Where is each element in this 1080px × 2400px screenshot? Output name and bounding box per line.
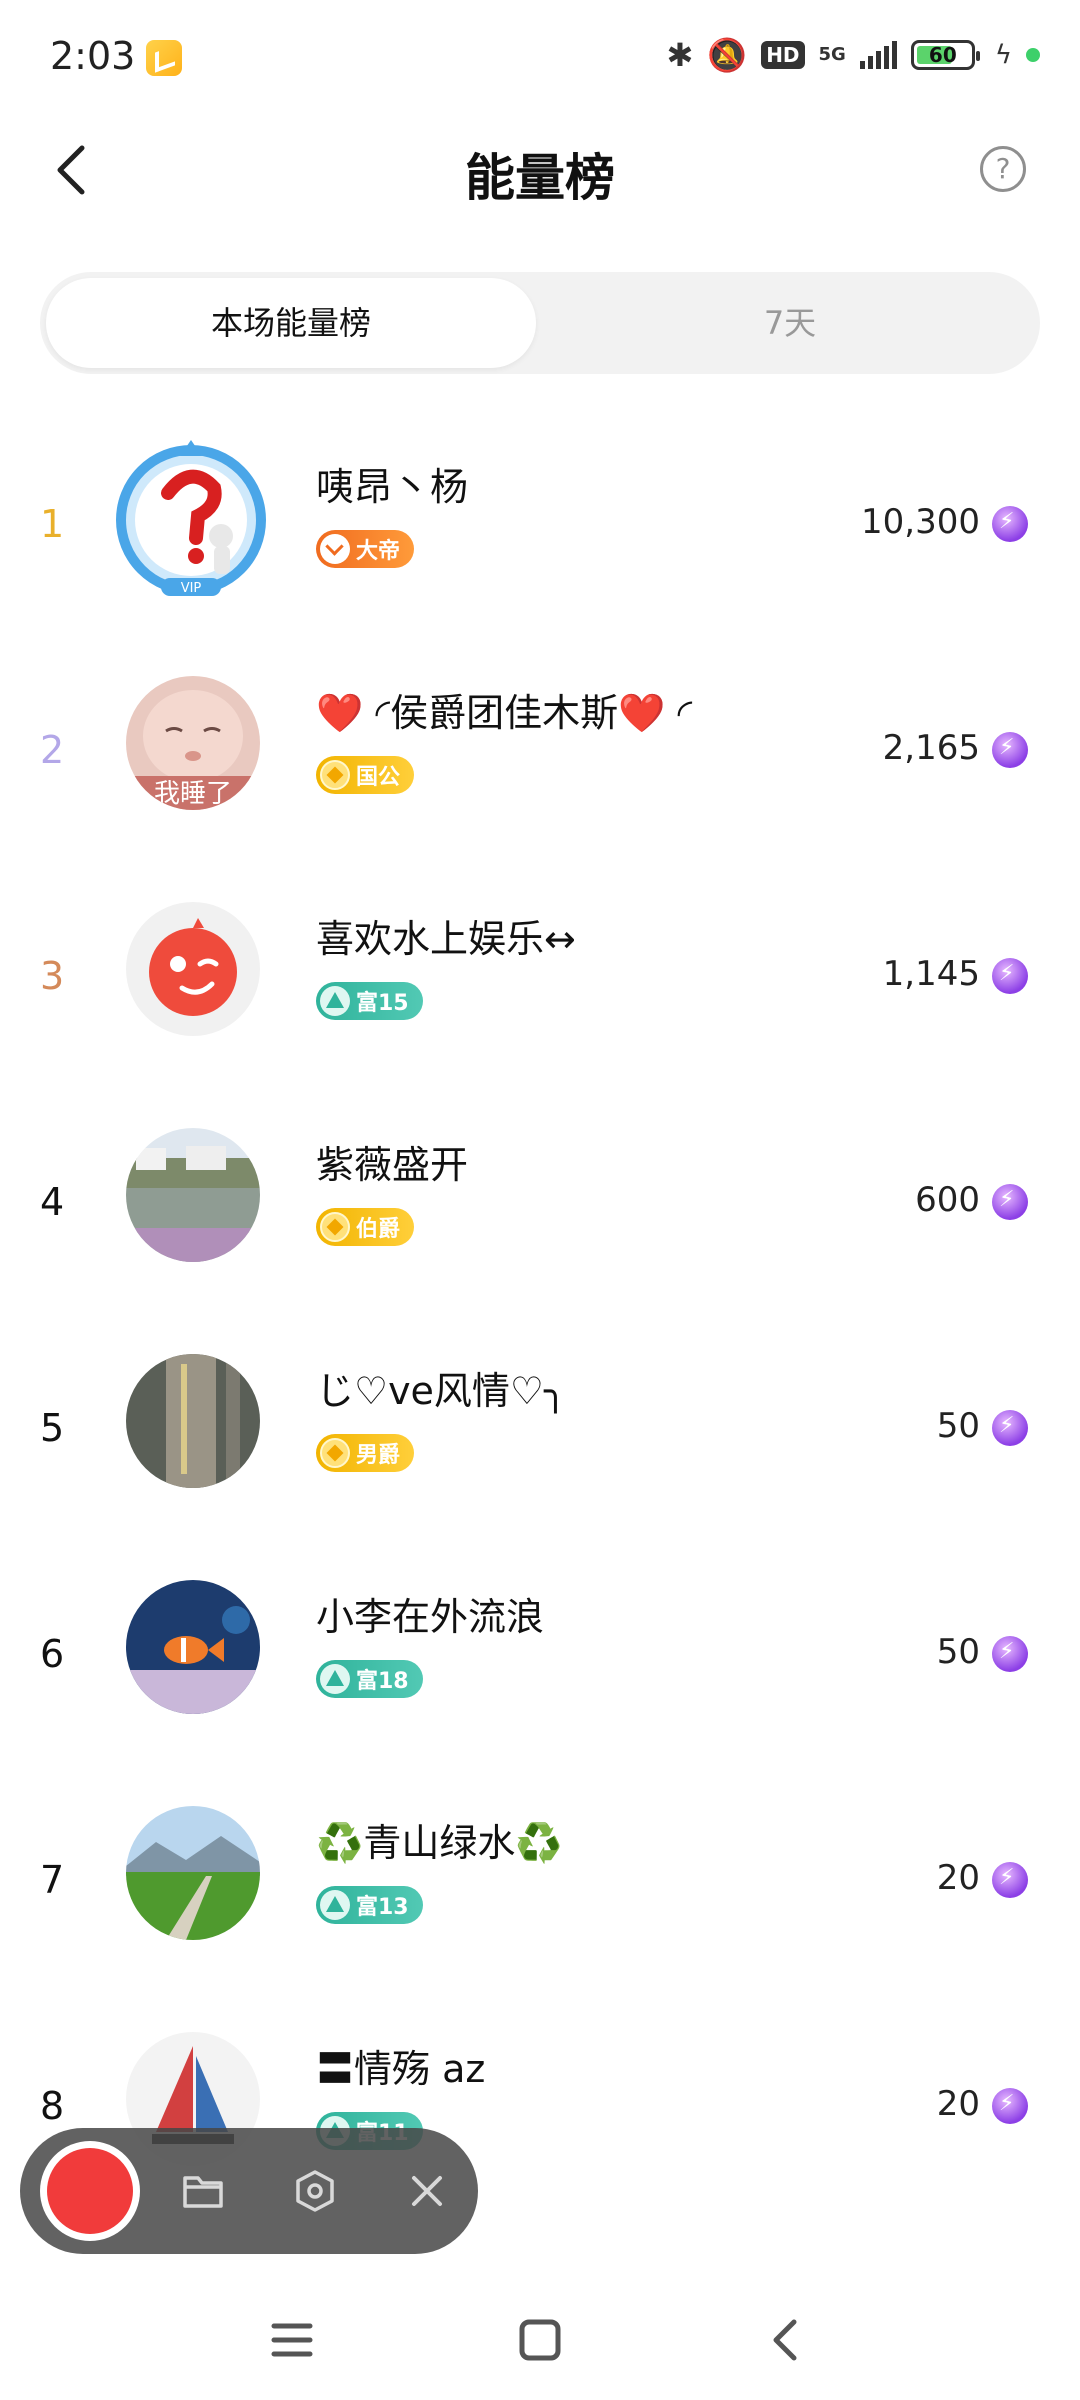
mute-bell-icon: 🔕 [707,36,748,74]
list-item[interactable]: 5 じ♡ve风情♡╮ 男爵 50 [0,1354,1080,1580]
energy-score: 10,300 [861,502,980,542]
bluetooth-icon: ✱ [666,36,694,74]
wealth-badge-icon [320,1890,350,1920]
status-bar: 2:03 ✱ 🔕 HD 5G 60 ϟ [0,0,1080,120]
charging-icon: ϟ [994,40,1012,70]
sleeping-baby-avatar: 我睡了 [126,676,260,810]
svg-text:VIP: VIP [181,581,202,596]
rank-number: 7 [40,1858,65,1902]
level-badge: 国公 [316,756,415,794]
status-time: 2:03 [50,34,136,78]
village-lake-avatar [126,1128,260,1262]
user-name: 喜欢水上娱乐↔ [316,917,576,961]
rank-number: 6 [40,1632,65,1676]
energy-icon [992,2088,1028,2124]
help-icon[interactable]: ? [980,146,1026,192]
energy-icon [992,506,1028,542]
badge-label: 男爵 [356,1443,401,1468]
energy-icon [992,1636,1028,1672]
level-badge: 伯爵 [316,1208,415,1246]
folder-icon[interactable] [180,2168,226,2214]
energy-icon [992,958,1028,994]
privacy-dot-icon [1026,48,1040,62]
level-badge: 男爵 [316,1434,415,1472]
wink-face-avatar [126,902,260,1036]
svg-text:我睡了: 我睡了 [154,779,232,809]
tree-trunk-avatar [126,1354,260,1488]
green-field-avatar [126,1806,260,1940]
noble-badge-icon [320,760,350,790]
close-icon[interactable] [404,2168,450,2214]
user-name: ♻️青山绿水♻️ [316,1821,563,1865]
energy-score: 600 [915,1180,980,1220]
badge-label: 国公 [356,765,401,790]
energy-score: 20 [936,2084,980,2124]
user-name: じ♡ve风情♡╮ [316,1369,567,1413]
list-item[interactable]: 1 VIP 咦昂丶杨 大帝 10,300 [0,440,1080,676]
tab-current-session[interactable]: 本场能量榜 [46,278,536,368]
energy-icon [992,1184,1028,1220]
user-name: 小李在外流浪 [316,1595,545,1639]
emperor-badge-icon [320,534,350,564]
badge-label: 富15 [356,991,409,1016]
list-item[interactable]: 6 小李在外流浪 富18 50 [0,1580,1080,1806]
level-badge: 富18 [316,1660,423,1698]
level-badge: 富15 [316,982,423,1020]
wealth-badge-icon [320,986,350,1016]
badge-label: 富13 [356,1895,409,1920]
badge-label: 富18 [356,1669,409,1694]
gallery-notification-icon [146,40,182,76]
hd-badge: HD [761,41,805,69]
network-type: 5G [818,44,846,65]
energy-score: 50 [936,1632,980,1672]
noble-badge-icon [320,1438,350,1468]
page-title: 能量榜 [465,149,615,207]
signal-icon [859,41,897,69]
energy-score: 2,165 [882,728,980,768]
badge-label: 大帝 [356,539,401,564]
user-name: ❤️ ◜侯爵团佳木斯❤️ ◜ [316,691,693,735]
list-item[interactable]: 4 紫薇盛开 伯爵 600 [0,1128,1080,1354]
energy-score: 1,145 [882,954,980,994]
level-badge: 大帝 [316,530,415,568]
list-item[interactable]: 2 我睡了 ❤️ ◜侯爵团佳木斯❤️ ◜ 国公 2,165 [0,676,1080,902]
energy-icon [992,1862,1028,1898]
vip-question-avatar: VIP [116,440,266,596]
energy-score: 50 [936,1406,980,1446]
ranking-list: 1 VIP 咦昂丶杨 大帝 10,300 2 我睡 [0,440,1080,2258]
menu-nav-icon[interactable] [252,2300,332,2380]
status-icons: ✱ 🔕 HD 5G 60 ϟ [667,36,1040,74]
rank-number: 5 [40,1406,65,1450]
energy-icon [992,732,1028,768]
rank-number: 3 [40,954,65,998]
battery-level: 60 [928,43,957,67]
settings-icon[interactable] [292,2168,338,2214]
battery-icon: 60 [910,40,980,70]
user-name: 咦昂丶杨 [316,465,469,509]
tab-bar: 本场能量榜 7天 [40,272,1040,374]
energy-score: 20 [936,1858,980,1898]
rank-number: 2 [40,728,65,772]
noble-badge-icon [320,1212,350,1242]
record-button[interactable] [40,2141,140,2241]
home-nav-icon[interactable] [500,2300,580,2380]
list-item[interactable]: 7 ♻️青山绿水♻️ 富13 20 [0,1806,1080,2032]
system-nav-bar [0,2300,1080,2400]
rank-number: 1 [40,502,65,546]
aquarium-fish-avatar [126,1580,260,1714]
tab-7-days[interactable]: 7天 [546,278,1034,368]
energy-icon [992,1410,1028,1446]
badge-label: 伯爵 [356,1217,401,1242]
back-nav-icon[interactable] [746,2300,826,2380]
list-item[interactable]: 3 喜欢水上娱乐↔ 富15 1,145 [0,902,1080,1128]
screen-recorder-panel [20,2128,478,2254]
user-name: 紫薇盛开 [316,1143,469,1187]
wealth-badge-icon [320,1664,350,1694]
user-name: 〓情殇 az [316,2047,486,2091]
level-badge: 富13 [316,1886,423,1924]
rank-number: 4 [40,1180,65,1224]
rank-number: 8 [40,2084,65,2128]
